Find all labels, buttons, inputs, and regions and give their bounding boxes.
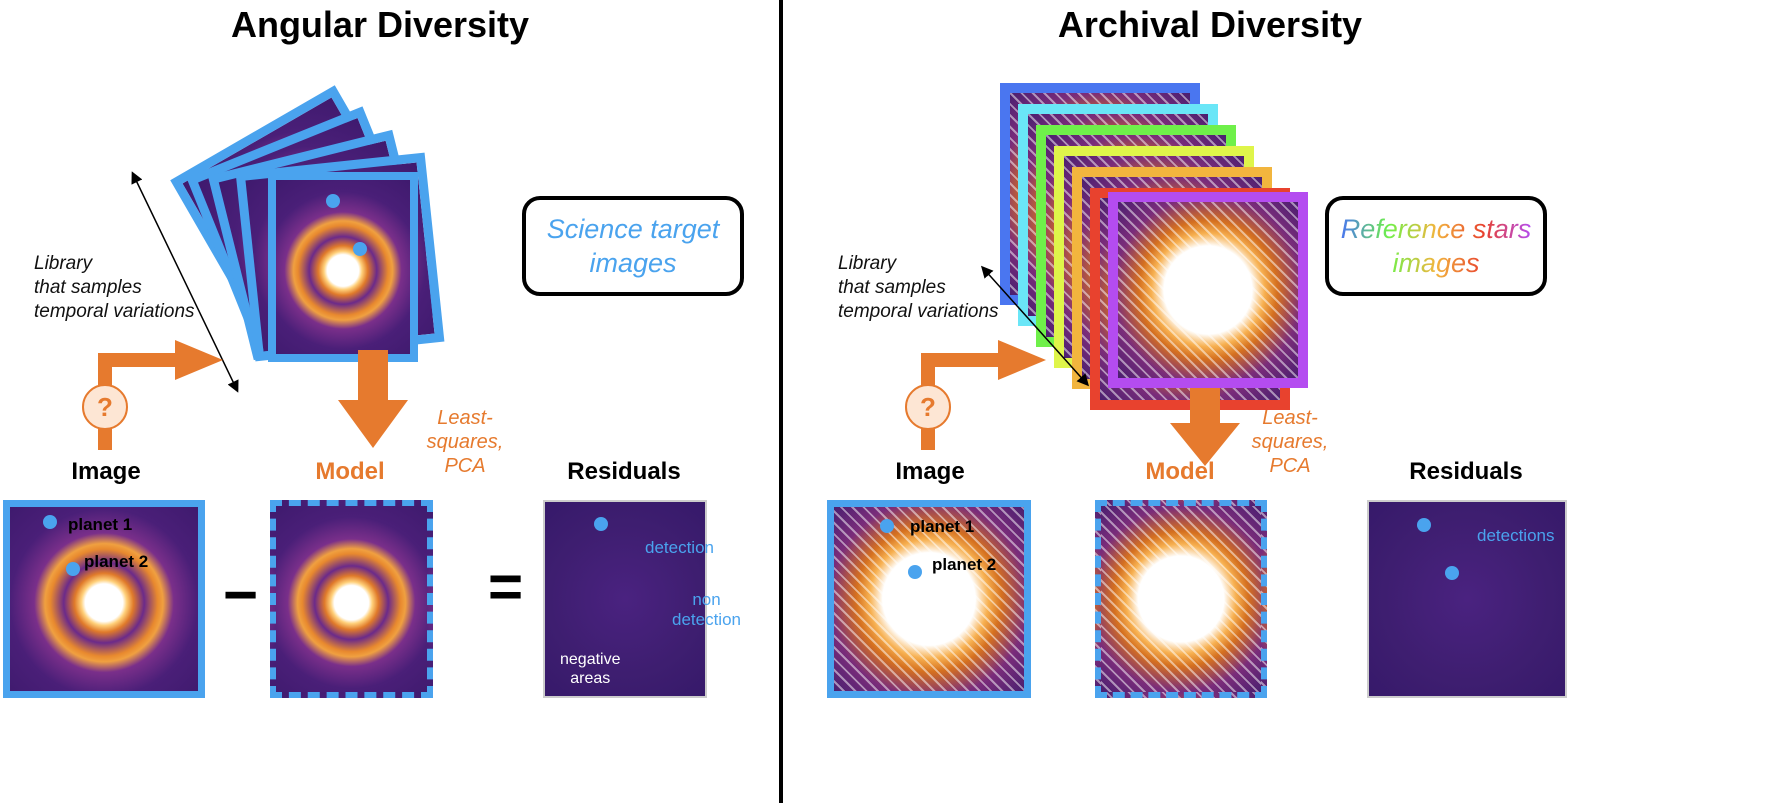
model-panel (270, 500, 433, 698)
library-text: Library that samples temporal variations (34, 253, 195, 322)
detection-label: detection (645, 538, 714, 557)
science-frame-front (268, 172, 418, 362)
question-icon: ? (920, 392, 936, 422)
planet-2-label: planet 2 (932, 555, 997, 574)
planet-marker (908, 565, 922, 579)
image-label: Image (71, 458, 141, 485)
planet-marker (326, 194, 340, 208)
image-label: Image (895, 458, 965, 485)
planet-marker (66, 562, 80, 576)
planet-marker (43, 515, 57, 529)
detection-marker (594, 517, 608, 531)
planet-2-label: planet 2 (84, 552, 149, 571)
detections-label: detections (1477, 526, 1555, 545)
detection-marker (1445, 566, 1459, 580)
negative-areas-label: negative areas (560, 651, 621, 687)
section-divider (779, 0, 783, 803)
planet-marker (880, 519, 894, 533)
library-text: Library that samples temporal variations (838, 253, 999, 322)
question-icon: ? (97, 392, 113, 422)
archival-diversity-title: Archival Diversity (1057, 4, 1363, 45)
model-arrow (1170, 388, 1240, 466)
detection-marker (1417, 518, 1431, 532)
model-label: Model (315, 458, 385, 485)
minus-operator: − (223, 561, 259, 628)
residuals-label: Residuals (567, 458, 681, 485)
model-arrow (338, 350, 408, 448)
residuals-panel-archival: detections (1367, 500, 1567, 698)
planet-marker (353, 242, 367, 256)
angular-diversity-title: Angular Diversity (230, 4, 530, 45)
stack-frame-front (1108, 192, 1308, 388)
image-panel-archival: planet 1 planet 2 (827, 500, 1031, 698)
model-panel-archival (1095, 500, 1267, 698)
non-detection-label: non detection (672, 590, 741, 629)
equals-operator: = (488, 553, 524, 620)
science-target-box: Science target images (522, 196, 744, 296)
image-panel: planet 1 planet 2 (3, 500, 205, 698)
planet-1-label: planet 1 (910, 517, 975, 536)
planet-1-label: planet 1 (68, 515, 133, 534)
residuals-label: Residuals (1409, 458, 1523, 485)
reference-stars-box: Reference stars images (1325, 196, 1547, 296)
model-label: Model (1145, 458, 1215, 485)
